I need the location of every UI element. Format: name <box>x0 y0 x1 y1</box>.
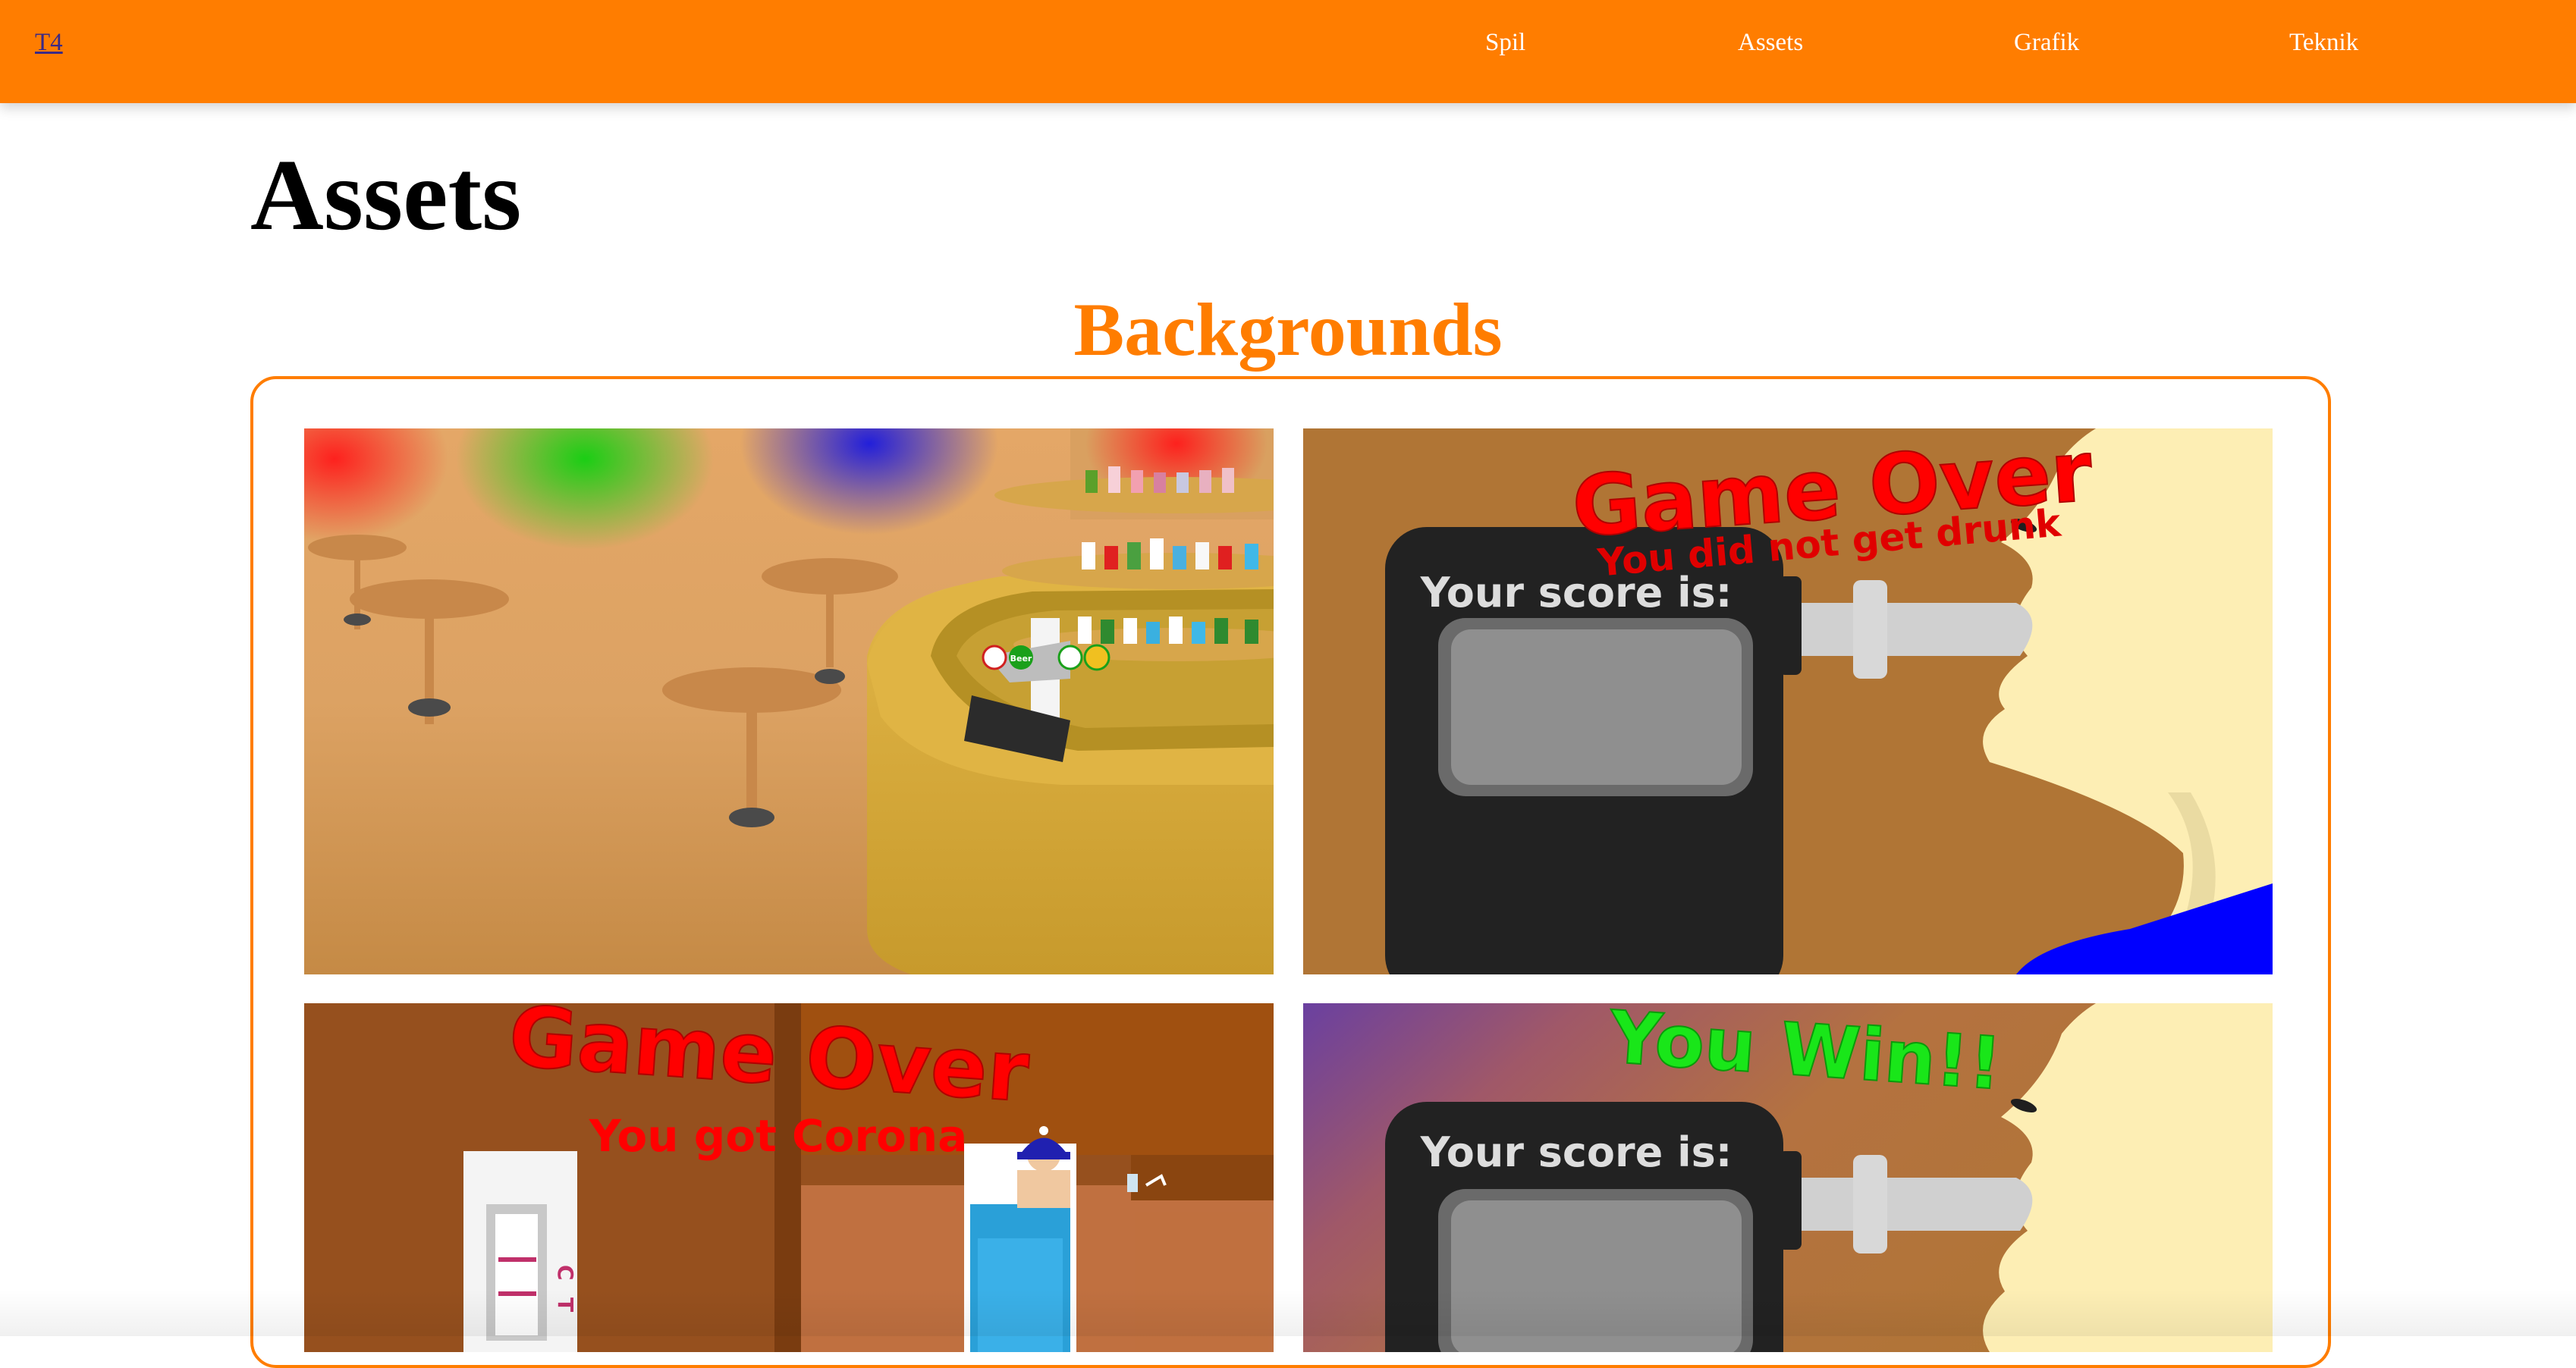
beer-tap-label: Beer <box>1010 654 1032 664</box>
you-win-background-image: Your score is: You Win!! <box>1303 1003 2273 1352</box>
bar-background-image: Beer <box>304 428 1274 974</box>
test-mark-t: T <box>553 1297 578 1312</box>
game-over-not-drunk-background-image: Your score is: Game Over You did not get… <box>1303 428 2273 974</box>
nav-link-assets[interactable]: Assets <box>1738 29 1803 57</box>
page-title: Assets <box>250 139 522 251</box>
nav-link-teknik[interactable]: Teknik <box>2289 29 2358 57</box>
win-score-label: Your score is: <box>1420 1128 1733 1176</box>
brand-link[interactable]: T4 <box>35 29 63 57</box>
nav-link-grafik[interactable]: Grafik <box>2014 29 2079 57</box>
game-over-corona-background-image: C T Game Over You got Corona <box>304 1003 1274 1352</box>
section-heading: Backgrounds <box>1073 287 1503 372</box>
top-navbar: T4 Spil Assets Grafik Teknik <box>0 0 2576 103</box>
nav-link-spil[interactable]: Spil <box>1485 29 1525 57</box>
game-over-corona-subline: You got Corona <box>589 1110 968 1162</box>
test-mark-c: C <box>553 1265 578 1281</box>
